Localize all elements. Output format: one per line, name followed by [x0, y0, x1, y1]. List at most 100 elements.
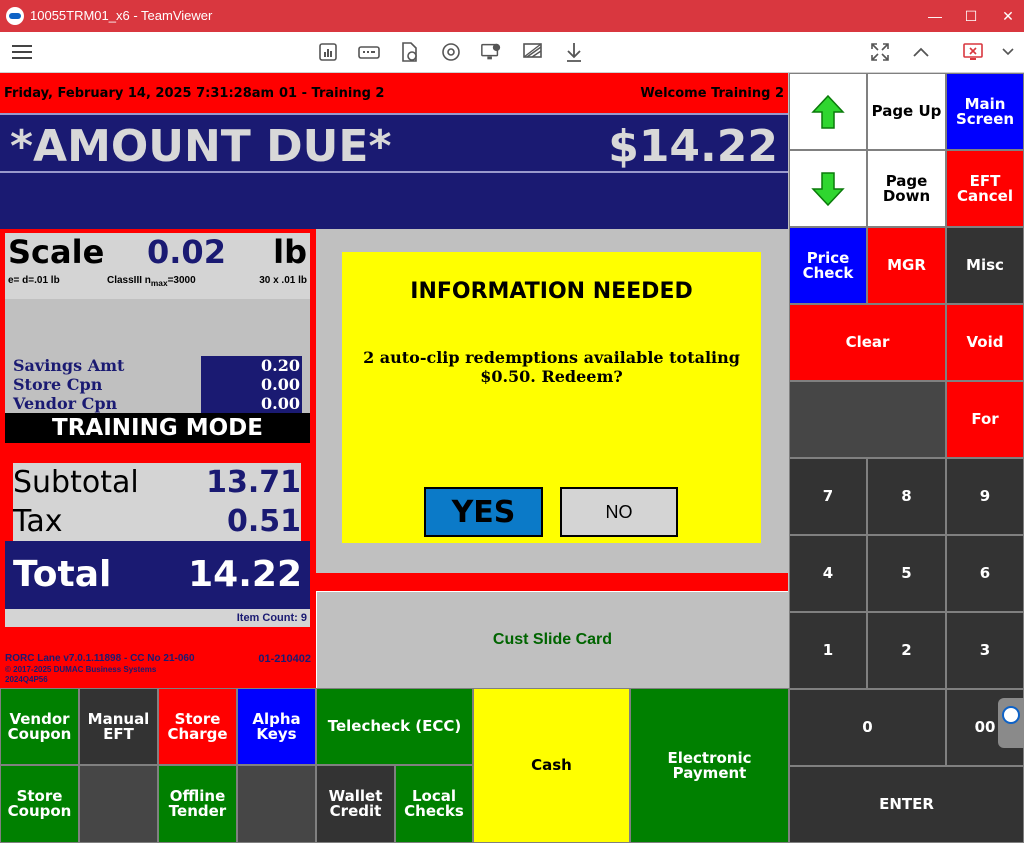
page-down-button[interactable]: Page Down	[867, 150, 946, 227]
download-icon[interactable]	[563, 41, 585, 63]
scale-spec-right: 30 x .01 lb	[259, 275, 307, 286]
key-8[interactable]: 8	[867, 458, 946, 535]
tax-value: 0.51	[226, 504, 301, 539]
subtotal-panel: Subtotal 13.71 Tax 0.51	[13, 463, 301, 541]
electronic-payment-button[interactable]: Electronic Payment	[630, 688, 789, 843]
scale-display: Scale 0.02 lb e= d=.01 lb ClassIII nmax=…	[5, 233, 310, 299]
key-5[interactable]: 5	[867, 535, 946, 612]
close-button[interactable]: ✕	[985, 0, 1024, 32]
amount-due-value: $14.22	[608, 121, 778, 172]
dialog-title: INFORMATION NEEDED	[410, 279, 693, 304]
arrow-up-icon	[811, 94, 845, 129]
arrow-down-icon	[811, 171, 845, 206]
cust-slide-card-area[interactable]: Cust Slide Card	[316, 591, 788, 688]
refresh-session-icon[interactable]	[440, 41, 462, 63]
telecheck-button[interactable]: Telecheck (ECC)	[316, 688, 473, 765]
key-9[interactable]: 9	[946, 458, 1024, 535]
teamviewer-logo-icon	[6, 7, 24, 25]
scale-label: Scale	[8, 233, 105, 271]
dialog-message-line1: 2 auto-clip redemptions available totali…	[363, 348, 740, 367]
manual-eft-button[interactable]: Manual EFT	[79, 688, 158, 765]
yes-button[interactable]: YES	[424, 487, 543, 537]
key-0[interactable]: 0	[789, 689, 946, 766]
information-dialog: INFORMATION NEEDED 2 auto-clip redemptio…	[342, 252, 761, 543]
key-4[interactable]: 4	[789, 535, 867, 612]
menu-icon[interactable]	[11, 41, 33, 63]
savings-amt-value: 0.20	[201, 356, 302, 375]
collapse-icon[interactable]	[910, 41, 932, 63]
center-divider	[316, 573, 788, 591]
store-coupon-button[interactable]: Store Coupon	[0, 765, 79, 843]
subtotal-value: 13.71	[206, 465, 301, 500]
scale-spec-mid: ClassIII nmax=3000	[107, 275, 196, 288]
fullscreen-icon[interactable]	[869, 41, 891, 63]
scale-unit: lb	[273, 233, 307, 271]
mgr-button[interactable]: MGR	[867, 227, 946, 304]
total-label: Total	[13, 554, 112, 595]
dialog-message-line2: $0.50. Redeem?	[480, 367, 623, 386]
total-value: 14.22	[188, 554, 302, 595]
scroll-up-button[interactable]	[789, 73, 867, 150]
disable-view-icon[interactable]	[522, 41, 544, 63]
blank-key	[79, 765, 158, 843]
lane-label: 01 - Training 2	[279, 86, 385, 101]
key-7[interactable]: 7	[789, 458, 867, 535]
build-label: 2024Q4P56	[5, 675, 48, 684]
item-count: Item Count: 9	[5, 609, 310, 627]
blank-key	[789, 381, 946, 458]
key-1[interactable]: 1	[789, 612, 867, 689]
dialog-message: 2 auto-clip redemptions available totali…	[362, 348, 741, 386]
enter-button[interactable]: ENTER	[789, 766, 1024, 843]
page-up-button[interactable]: Page Up	[867, 73, 946, 150]
store-cpn-label: Store Cpn	[13, 375, 103, 394]
store-charge-button[interactable]: Store Charge	[158, 688, 237, 765]
key-3[interactable]: 3	[946, 612, 1024, 689]
window-title-bar: 10055TRM01_x6 - TeamViewer — ☐ ✕	[0, 0, 1024, 32]
savings-panel: Savings Amt 0.20 Store Cpn 0.00 Vendor C…	[5, 299, 310, 413]
teamviewer-handle-icon	[1002, 706, 1020, 724]
no-button[interactable]: NO	[560, 487, 678, 537]
cash-button[interactable]: Cash	[473, 688, 630, 843]
version-label: RORC Lane v7.0.1.11898 - CC No 21-060	[5, 653, 195, 664]
dashboard-icon[interactable]	[317, 41, 339, 63]
clear-button[interactable]: Clear	[789, 304, 946, 381]
price-check-button[interactable]: Price Check	[789, 227, 867, 304]
key-2[interactable]: 2	[867, 612, 946, 689]
copyright: © 2017-2025 DUMAC Business Systems 2024Q…	[5, 665, 156, 685]
store-cpn-value: 0.00	[201, 375, 302, 394]
scale-spec-left: e= d=.01 lb	[8, 275, 60, 286]
keyboard-icon[interactable]	[358, 41, 380, 63]
savings-amt-label: Savings Amt	[13, 356, 125, 375]
scale-value: 0.02	[147, 233, 226, 271]
status-header: Friday, February 14, 2025 7:31:28am 01 -…	[0, 73, 788, 113]
end-session-icon[interactable]	[962, 41, 984, 63]
amount-due-panel: *AMOUNT DUE* $14.22	[0, 113, 788, 229]
wallet-credit-button[interactable]: Wallet Credit	[316, 765, 395, 843]
offline-tender-button[interactable]: Offline Tender	[158, 765, 237, 843]
scroll-down-button[interactable]	[789, 150, 867, 227]
alpha-keys-button[interactable]: Alpha Keys	[237, 688, 316, 765]
pos-screen: Friday, February 14, 2025 7:31:28am 01 -…	[0, 73, 1024, 843]
eft-cancel-button[interactable]: EFT Cancel	[946, 150, 1024, 227]
teamviewer-side-handle[interactable]	[998, 698, 1024, 748]
version-id: 01-210402	[258, 653, 311, 665]
vendor-coupon-button[interactable]: Vendor Coupon	[0, 688, 79, 765]
remote-screen-icon[interactable]	[480, 41, 502, 63]
vendor-cpn-value: 0.00	[201, 394, 302, 413]
file-transfer-icon[interactable]	[398, 41, 420, 63]
blank-key	[237, 765, 316, 843]
misc-button[interactable]: Misc	[946, 227, 1024, 304]
total-panel: Total 14.22	[5, 541, 310, 609]
key-6[interactable]: 6	[946, 535, 1024, 612]
for-button[interactable]: For	[946, 381, 1024, 458]
amount-due-label: *AMOUNT DUE*	[10, 121, 392, 172]
window-title: 10055TRM01_x6 - TeamViewer	[30, 8, 213, 23]
date-time: Friday, February 14, 2025 7:31:28am	[4, 86, 275, 101]
transaction-summary-panel: Scale 0.02 lb e= d=.01 lb ClassIII nmax=…	[0, 229, 316, 688]
main-screen-button[interactable]: Main Screen	[946, 73, 1024, 150]
subtotal-label: Subtotal	[13, 465, 139, 500]
chevron-down-icon[interactable]	[997, 41, 1019, 63]
copyright-text: © 2017-2025 DUMAC Business Systems	[5, 665, 157, 674]
void-button[interactable]: Void	[946, 304, 1024, 381]
local-checks-button[interactable]: Local Checks	[395, 765, 473, 843]
